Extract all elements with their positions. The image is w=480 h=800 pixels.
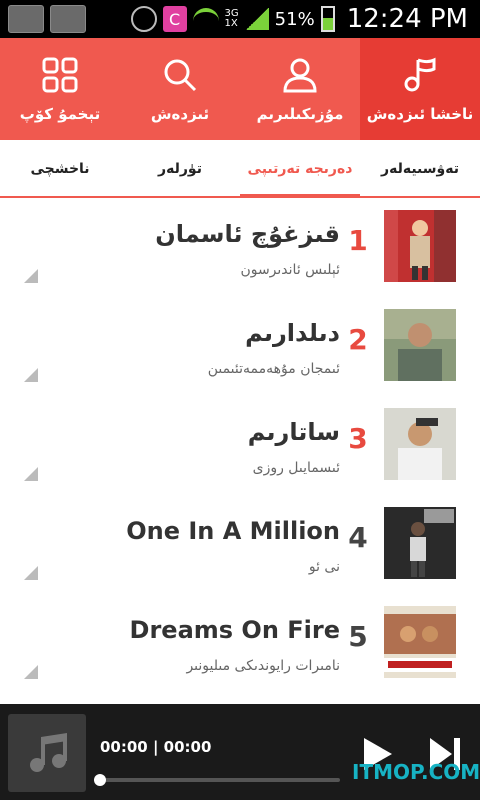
search-icon — [160, 55, 200, 95]
rank-number: 2 — [348, 323, 368, 356]
nav-search-label: ئىزدەش — [150, 105, 210, 123]
tab-rankings[interactable]: دەرىجە تەرتىپى — [240, 140, 360, 198]
more-options-icon[interactable] — [24, 368, 38, 382]
status-bar: C 3G 1X 51% 12:24 PM — [0, 0, 480, 38]
more-options-icon[interactable] — [24, 566, 38, 580]
list-item[interactable]: 3 ساتارىم ئىسمايىل روزى — [0, 398, 480, 497]
song-title: One In A Million — [126, 517, 340, 545]
progress-knob[interactable] — [94, 774, 106, 786]
c-app-icon: C — [162, 6, 187, 32]
more-options-icon[interactable] — [24, 467, 38, 481]
nav-more[interactable]: تېخمۇ كۆپ — [0, 38, 120, 140]
rank-number: 1 — [348, 224, 368, 257]
rank-number: 5 — [348, 620, 368, 653]
nav-song-search[interactable]: ناخشا ئىزدەش — [360, 38, 480, 140]
category-tabs: ناخشچى تۈرلەر دەرىجە تەرتىپى تەۋسىيەلەر — [0, 140, 480, 198]
nav-my-music[interactable]: مۇزىكىلىرىم — [240, 38, 360, 140]
gallery-notification-icon — [8, 5, 44, 33]
song-title: Dreams On Fire — [129, 616, 340, 644]
network-type-bottom: 1X — [224, 18, 238, 29]
nav-search[interactable]: ئىزدەش — [120, 38, 240, 140]
list-item[interactable]: 5 Dreams On Fire نامىرات رايوندىكى مىليو… — [0, 596, 480, 695]
album-thumbnail — [384, 408, 456, 480]
more-options-icon[interactable] — [24, 665, 38, 679]
wifi-icon — [192, 8, 219, 30]
notification-icons — [8, 5, 86, 33]
artist-name: نى ئو — [308, 559, 340, 575]
artist-name: ئىمجان مۇھەممەتئىمىن — [207, 361, 340, 377]
playback-time: 00:00 | 00:00 — [100, 738, 212, 756]
music-note-icon — [30, 733, 67, 772]
signal-icon — [244, 8, 269, 30]
player-album-art[interactable] — [8, 714, 86, 792]
list-item[interactable]: 1 قىزغۇچ ئاسمان ئېلىس ئاندىرسون — [0, 200, 480, 299]
album-thumbnail — [384, 309, 456, 381]
nav-song-search-label: ناخشا ئىزدەش — [366, 105, 474, 123]
battery-icon — [320, 6, 335, 32]
clock: 12:24 PM — [346, 4, 468, 34]
album-thumbnail — [384, 210, 456, 282]
mini-player: 00:00 | 00:00 — [0, 704, 480, 800]
watermark: ITMOP.COM — [352, 760, 480, 784]
top-nav: تېخمۇ كۆپ ئىزدەش مۇزىكىلىرىم ناخشا ئىزدە… — [0, 38, 480, 140]
album-thumbnail — [384, 606, 456, 678]
grid-icon — [40, 55, 80, 95]
song-list: 1 قىزغۇچ ئاسمان ئېلىس ئاندىرسون 2 دىلدار… — [0, 200, 480, 700]
tab-singers[interactable]: ناخشچى — [0, 140, 120, 198]
more-options-icon[interactable] — [24, 269, 38, 283]
system-indicators: C 3G 1X 51% 12:24 PM — [130, 2, 468, 36]
tab-categories[interactable]: تۈرلەر — [120, 140, 240, 198]
music-note-icon — [400, 55, 440, 95]
nav-my-music-label: مۇزىكىلىرىم — [256, 105, 344, 123]
artist-name: ئىسمايىل روزى — [252, 460, 340, 476]
progress-bar[interactable] — [94, 774, 340, 786]
tab-recommended[interactable]: تەۋسىيەلەر — [360, 140, 480, 198]
rank-number: 3 — [348, 422, 368, 455]
song-title: ساتارىم — [247, 418, 340, 446]
artist-name: ئېلىس ئاندىرسون — [240, 262, 340, 278]
email-notification-icon — [50, 5, 86, 33]
alarm-icon — [130, 6, 157, 32]
artist-name: نامىرات رايوندىكى مىليونىر — [186, 658, 340, 674]
song-title: دىلدارىم — [245, 319, 340, 347]
rank-number: 4 — [348, 521, 368, 554]
list-item[interactable]: 2 دىلدارىم ئىمجان مۇھەممەتئىمىن — [0, 299, 480, 398]
album-thumbnail — [384, 507, 456, 579]
nav-more-label: تېخمۇ كۆپ — [19, 105, 101, 123]
user-icon — [280, 55, 320, 95]
battery-percent: 51% — [274, 8, 315, 30]
network-type: 3G 1X — [225, 9, 239, 29]
list-item[interactable]: 4 One In A Million نى ئو — [0, 497, 480, 596]
song-title: قىزغۇچ ئاسمان — [155, 220, 340, 248]
